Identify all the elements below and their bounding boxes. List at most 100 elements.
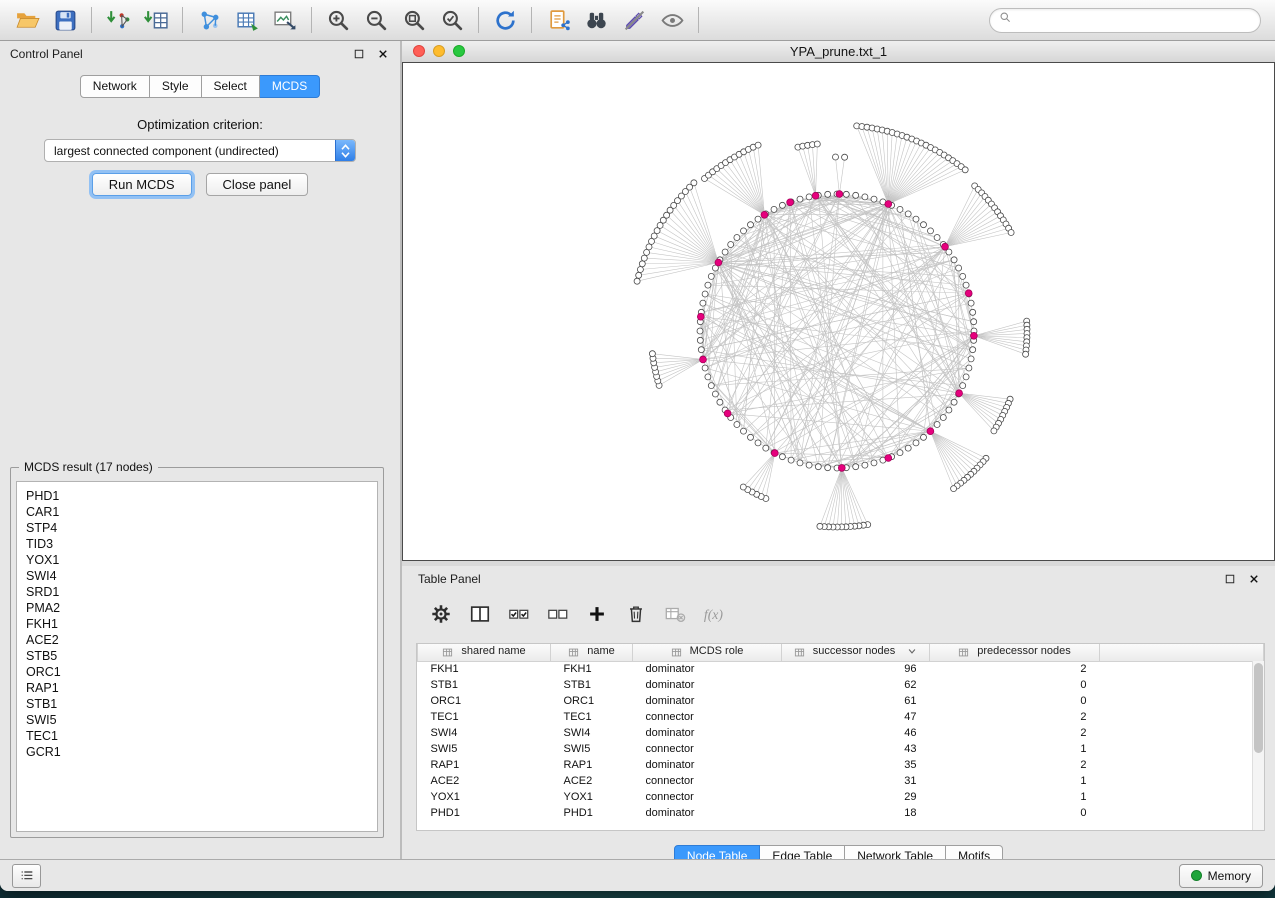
- open-folder-button[interactable]: [8, 4, 46, 36]
- column-header-predecessor-nodes[interactable]: predecessor nodes: [930, 644, 1100, 661]
- split-columns-button[interactable]: [465, 599, 495, 629]
- table-cell[interactable]: 0: [930, 805, 1100, 821]
- import-table-button[interactable]: [137, 4, 175, 36]
- table-row[interactable]: ORC1ORC1dominator610: [418, 693, 1264, 709]
- table-cell[interactable]: 96: [782, 661, 930, 677]
- table-cell[interactable]: SWI5: [418, 741, 551, 757]
- zoom-window-icon[interactable]: [453, 45, 465, 57]
- table-cell[interactable]: 62: [782, 677, 930, 693]
- list-item[interactable]: SWI4: [26, 568, 377, 584]
- gear-button[interactable]: [426, 599, 456, 629]
- refresh-button[interactable]: [486, 4, 524, 36]
- column-header-MCDS-role[interactable]: MCDS role: [633, 644, 782, 661]
- table-cell[interactable]: 1: [930, 741, 1100, 757]
- list-item[interactable]: CAR1: [26, 504, 377, 520]
- hide-annotations-button[interactable]: [615, 4, 653, 36]
- table-cell[interactable]: ORC1: [418, 693, 551, 709]
- import-network-button[interactable]: [99, 4, 137, 36]
- table-cell[interactable]: ACE2: [551, 773, 633, 789]
- table-cell[interactable]: 0: [930, 693, 1100, 709]
- tab-style[interactable]: Style: [150, 75, 202, 98]
- minimize-window-icon[interactable]: [433, 45, 445, 57]
- list-item[interactable]: STP4: [26, 520, 377, 536]
- table-cell[interactable]: 18: [782, 805, 930, 821]
- table-row[interactable]: TEC1TEC1connector472: [418, 709, 1264, 725]
- show-annotations-button[interactable]: [653, 4, 691, 36]
- table-cell[interactable]: FKH1: [551, 661, 633, 677]
- table-cell[interactable]: connector: [633, 709, 782, 725]
- table-cell[interactable]: RAP1: [551, 757, 633, 773]
- list-item[interactable]: RAP1: [26, 680, 377, 696]
- memory-button[interactable]: Memory: [1179, 864, 1263, 888]
- zoom-out-button[interactable]: [357, 4, 395, 36]
- checks-off-button[interactable]: [543, 599, 573, 629]
- table-cell[interactable]: 31: [782, 773, 930, 789]
- table-cell[interactable]: dominator: [633, 757, 782, 773]
- float-window-icon[interactable]: [352, 47, 366, 61]
- column-header-shared-name[interactable]: shared name: [418, 644, 551, 661]
- run-mcds-button[interactable]: Run MCDS: [92, 173, 192, 196]
- network-canvas[interactable]: [402, 62, 1275, 561]
- table-cell[interactable]: TEC1: [551, 709, 633, 725]
- table-cell[interactable]: 1: [930, 773, 1100, 789]
- checks-on-button[interactable]: [504, 599, 534, 629]
- table-cell[interactable]: STB1: [551, 677, 633, 693]
- save-button[interactable]: [46, 4, 84, 36]
- list-item[interactable]: YOX1: [26, 552, 377, 568]
- table-row[interactable]: FKH1FKH1dominator962: [418, 661, 1264, 677]
- table-cell[interactable]: 1: [930, 789, 1100, 805]
- trash-button[interactable]: [621, 599, 651, 629]
- list-item[interactable]: PMA2: [26, 600, 377, 616]
- search-box[interactable]: [989, 8, 1261, 33]
- table-row[interactable]: PHD1PHD1dominator180: [418, 805, 1264, 821]
- close-panel-button[interactable]: Close panel: [206, 173, 309, 196]
- table-cell[interactable]: PHD1: [418, 805, 551, 821]
- table-cell[interactable]: FKH1: [418, 661, 551, 677]
- zoom-selected-button[interactable]: [433, 4, 471, 36]
- tab-select[interactable]: Select: [202, 75, 260, 98]
- table-cell[interactable]: SWI4: [551, 725, 633, 741]
- table-cell[interactable]: YOX1: [551, 789, 633, 805]
- table-cell[interactable]: 2: [930, 757, 1100, 773]
- search-input[interactable]: [1019, 12, 1251, 28]
- list-item[interactable]: TID3: [26, 536, 377, 552]
- list-item[interactable]: ACE2: [26, 632, 377, 648]
- table-cell[interactable]: YOX1: [418, 789, 551, 805]
- new-table-button[interactable]: [228, 4, 266, 36]
- table-cell[interactable]: SWI4: [418, 725, 551, 741]
- fx-button[interactable]: f(x): [699, 599, 729, 629]
- list-item[interactable]: PHD1: [26, 488, 377, 504]
- close-panel-icon[interactable]: [376, 47, 390, 61]
- table-cell[interactable]: dominator: [633, 693, 782, 709]
- list-item[interactable]: TEC1: [26, 728, 377, 744]
- table-row[interactable]: ACE2ACE2connector311: [418, 773, 1264, 789]
- table-cell[interactable]: 2: [930, 725, 1100, 741]
- list-item[interactable]: SWI5: [26, 712, 377, 728]
- table-cell[interactable]: SWI5: [551, 741, 633, 757]
- table-cell[interactable]: PHD1: [551, 805, 633, 821]
- table-cell[interactable]: 2: [930, 661, 1100, 677]
- table-cell[interactable]: dominator: [633, 677, 782, 693]
- export-image-button[interactable]: [266, 4, 304, 36]
- table-row[interactable]: SWI5SWI5connector431: [418, 741, 1264, 757]
- table-cell[interactable]: 46: [782, 725, 930, 741]
- criterion-dropdown[interactable]: largest connected component (undirected): [44, 139, 356, 162]
- table-x-button[interactable]: [660, 599, 690, 629]
- table-cell[interactable]: connector: [633, 773, 782, 789]
- table-cell[interactable]: dominator: [633, 725, 782, 741]
- list-item[interactable]: GCR1: [26, 744, 377, 760]
- column-header-name[interactable]: name: [551, 644, 633, 661]
- table-cell[interactable]: connector: [633, 741, 782, 757]
- table-cell[interactable]: RAP1: [418, 757, 551, 773]
- panel-list-button[interactable]: [12, 864, 41, 888]
- table-cell[interactable]: dominator: [633, 661, 782, 677]
- new-network-button[interactable]: [190, 4, 228, 36]
- tab-mcds[interactable]: MCDS: [260, 75, 320, 98]
- table-scrollbar[interactable]: [1252, 661, 1264, 830]
- table-cell[interactable]: 2: [930, 709, 1100, 725]
- table-cell[interactable]: 35: [782, 757, 930, 773]
- list-item[interactable]: STB1: [26, 696, 377, 712]
- zoom-fit-button[interactable]: [395, 4, 433, 36]
- column-header-successor-nodes[interactable]: successor nodes: [782, 644, 930, 661]
- scrollbar-thumb[interactable]: [1254, 663, 1263, 753]
